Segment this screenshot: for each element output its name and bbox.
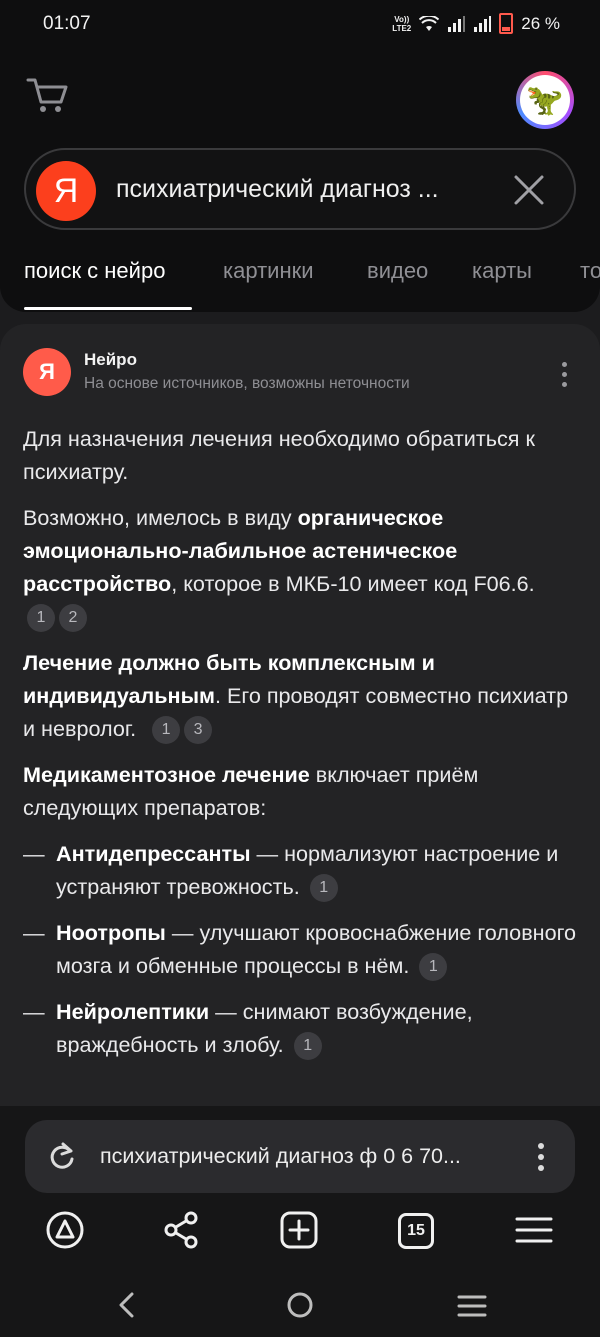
answer-paragraph: Возможно, имелось в виду органическое эм… xyxy=(23,501,578,633)
tab-images[interactable]: картинки xyxy=(223,258,314,284)
recent-apps-icon[interactable] xyxy=(457,1294,487,1318)
neuro-logo-icon: Я xyxy=(23,348,71,396)
back-icon[interactable] xyxy=(117,1292,137,1318)
list-item: — Ноотропы — улучшают кровоснабжение гол… xyxy=(23,916,578,982)
kebab-menu-icon[interactable] xyxy=(537,1142,545,1172)
cart-icon[interactable] xyxy=(26,76,68,114)
wifi-icon xyxy=(419,15,440,31)
avatar[interactable]: 🦖 xyxy=(516,71,574,129)
answer-paragraph: Лечение должно быть комплексным и индиви… xyxy=(23,646,578,745)
source-ref-badge[interactable]: 1 xyxy=(419,953,448,982)
tab-neuro[interactable]: поиск с нейро xyxy=(24,258,165,284)
list-item: — Нейролептики — снимают возбуждение, вр… xyxy=(23,995,578,1061)
search-bar[interactable]: Я психиатрический диагноз ... xyxy=(24,148,576,230)
neuro-answer-card: Я Нейро На основе источников, возможны н… xyxy=(0,324,600,1114)
status-time: 01:07 xyxy=(43,13,91,34)
active-tab-indicator xyxy=(24,307,192,310)
status-bar: 01:07 Vo)) LTE2 26 % xyxy=(0,0,600,50)
tab-video[interactable]: видео xyxy=(367,258,428,284)
answer-paragraph: Медикаментозное лечение включает приём с… xyxy=(23,762,479,820)
signal-icon-1 xyxy=(448,15,466,32)
answer-text: Для назначения лечения необходимо обрати… xyxy=(23,422,578,1074)
alice-icon[interactable] xyxy=(45,1210,85,1250)
search-query[interactable]: психиатрический диагноз ... xyxy=(116,175,439,204)
source-ref-badge[interactable]: 1 xyxy=(27,604,55,633)
search-tabs: поиск с нейро картинки видео карты то xyxy=(24,256,600,306)
status-icons: Vo)) LTE2 26 % xyxy=(392,13,560,34)
battery-icon xyxy=(499,13,514,34)
yandex-logo-icon[interactable]: Я xyxy=(36,161,96,221)
source-ref-badge[interactable]: 3 xyxy=(184,716,213,745)
neuro-title: Нейро xyxy=(84,350,137,369)
address-bar[interactable]: психиатрический диагноз ф 0 6 70... xyxy=(25,1120,575,1193)
system-navigation-bar xyxy=(0,1280,600,1330)
source-ref-badge[interactable]: 2 xyxy=(59,604,87,633)
reload-icon[interactable] xyxy=(48,1142,76,1172)
battery-level: 26 % xyxy=(521,13,560,33)
dinosaur-icon: 🦖 xyxy=(520,75,570,125)
source-ref-badge[interactable]: 1 xyxy=(152,716,181,745)
tab-maps[interactable]: карты xyxy=(472,258,532,284)
more-options-icon[interactable] xyxy=(562,362,568,392)
tabs-counter-button[interactable]: 15 xyxy=(398,1213,434,1249)
source-ref-badge[interactable]: 1 xyxy=(309,874,338,903)
share-icon[interactable] xyxy=(162,1210,200,1250)
address-text[interactable]: психиатрический диагноз ф 0 6 70... xyxy=(100,1144,461,1169)
volte-icon: Vo)) LTE2 xyxy=(392,14,412,33)
home-icon[interactable] xyxy=(286,1291,314,1319)
browser-toolbar: 15 xyxy=(0,1210,600,1270)
answer-paragraph: Для назначения лечения необходимо обрати… xyxy=(23,426,535,484)
neuro-subtitle: На основе источников, возможны неточност… xyxy=(84,375,410,392)
menu-icon[interactable] xyxy=(515,1210,553,1250)
new-tab-icon[interactable] xyxy=(280,1210,318,1250)
signal-icon-2 xyxy=(474,15,492,32)
close-icon[interactable] xyxy=(513,174,545,206)
tab-more[interactable]: то xyxy=(580,258,600,284)
list-item: — Антидепрессанты — нормализуют настроен… xyxy=(23,837,578,903)
source-ref-badge[interactable]: 1 xyxy=(293,1032,322,1061)
